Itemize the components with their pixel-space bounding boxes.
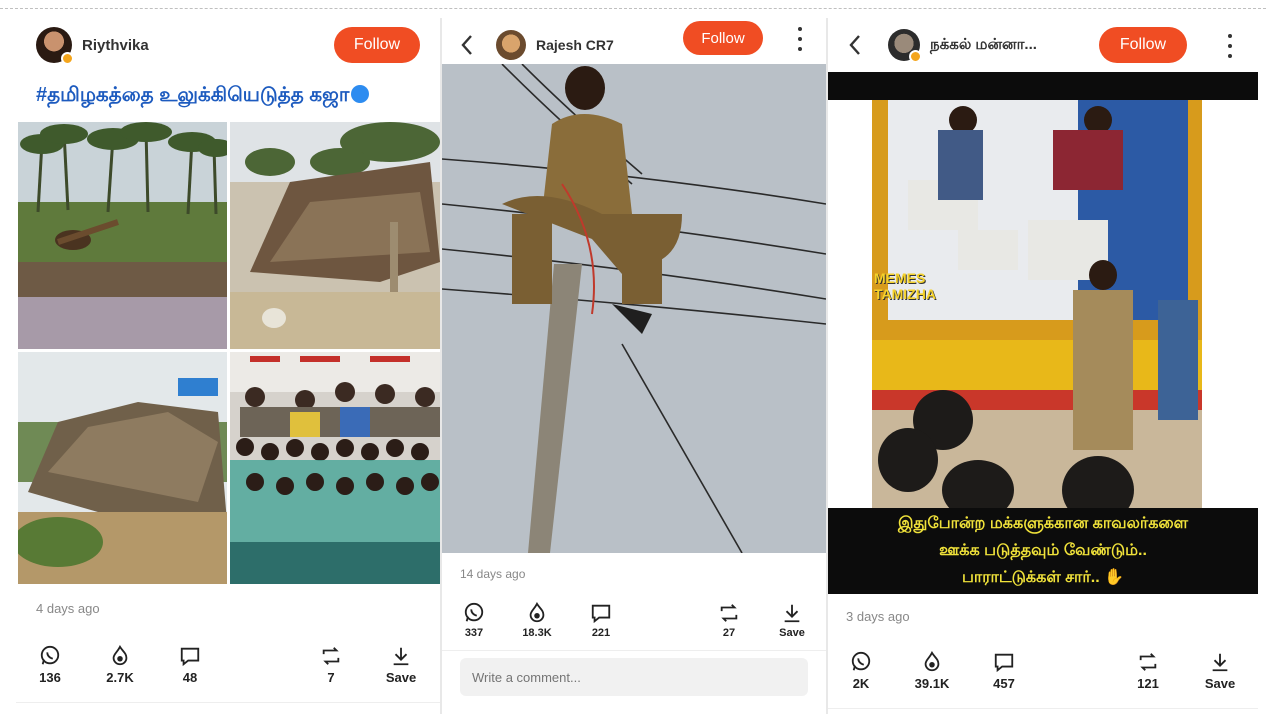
comment-button[interactable]: 221: [576, 602, 626, 639]
save-label: Save: [1204, 676, 1236, 691]
photo-police-unloading[interactable]: [828, 100, 1258, 510]
download-icon: [784, 604, 800, 623]
post-time: 14 days ago: [460, 567, 526, 581]
username[interactable]: நக்கல் மன்னா...: [930, 36, 1037, 55]
bottom-divider: [16, 702, 440, 703]
repost-count: 7: [327, 670, 335, 685]
save-label: Save: [779, 627, 805, 639]
download-icon: [1212, 653, 1228, 672]
save-label: Save: [385, 670, 417, 685]
image-caption: இதுபோன்ற மக்களுக்கான காவலர்களை ஊக்க படுத…: [828, 508, 1258, 594]
follow-button[interactable]: Follow: [1099, 27, 1187, 63]
photo-collapsed-hut[interactable]: [230, 122, 440, 349]
whatsapp-count: 136: [39, 670, 61, 685]
avatar[interactable]: [496, 30, 526, 60]
whatsapp-count: 337: [464, 627, 484, 639]
repost-count: 121: [1137, 676, 1159, 691]
caption-line-2: ஊக்க படுத்தவும் வேண்டும்..: [939, 542, 1147, 559]
like-count: 2.7K: [106, 670, 134, 685]
repost-button[interactable]: 121: [1123, 651, 1173, 691]
caption-line-3: பாராட்டுக்கள் சார்.. ✋: [961, 569, 1125, 586]
post-card-2: Rajesh CR7 Follow 14 days ago 337 18.3K …: [442, 18, 826, 714]
clap-hand-icon: ✋: [1104, 569, 1125, 586]
like-button[interactable]: 2.7K: [95, 645, 145, 685]
action-bar: 337 18.3K 221 27 Save: [442, 602, 826, 650]
action-bar: 136 2.7K 48 7 Save: [16, 645, 440, 693]
username[interactable]: Rajesh CR7: [536, 37, 614, 53]
whatsapp-icon: [851, 651, 871, 671]
flame-like-icon: [529, 602, 545, 623]
post-header: நக்கல் மன்னா... Follow: [828, 18, 1258, 72]
whatsapp-share-button[interactable]: 136: [25, 645, 75, 685]
photo-fallen-trees[interactable]: [18, 352, 227, 584]
post-card-1: Riythvika Follow #தமிழகத்தை உலுக்கியெடுத…: [16, 18, 440, 714]
back-arrow-icon: [461, 35, 472, 55]
photo-electrician-on-pole[interactable]: [442, 64, 826, 553]
flame-like-icon: [112, 645, 128, 666]
flame-like-icon: [924, 651, 940, 672]
save-button[interactable]: Save: [767, 602, 817, 639]
repost-icon: [322, 647, 340, 665]
comment-icon: [994, 653, 1014, 673]
repost-count: 27: [722, 627, 736, 639]
follow-button[interactable]: Follow: [334, 27, 420, 63]
back-button[interactable]: [456, 34, 478, 56]
whatsapp-share-button[interactable]: 2K: [836, 651, 886, 691]
username[interactable]: Riythvika: [82, 37, 149, 54]
action-divider: [442, 650, 826, 651]
repost-button[interactable]: 27: [704, 602, 754, 639]
whatsapp-share-button[interactable]: 337: [449, 602, 499, 639]
save-button[interactable]: Save: [1195, 651, 1245, 691]
post-time: 4 days ago: [36, 601, 100, 616]
memes-tamizha-watermark: MEMES TAMIZHA: [874, 270, 936, 302]
like-count: 18.3K: [522, 627, 552, 639]
avatar[interactable]: [888, 29, 922, 63]
follow-button[interactable]: Follow: [683, 21, 763, 55]
comment-icon: [591, 604, 611, 624]
comment-input[interactable]: [460, 658, 808, 696]
bottom-divider: [828, 708, 1258, 709]
post-hashtag[interactable]: #தமிழகத்தை உலுக்கியெடுத்த கஜா: [36, 84, 370, 109]
comment-button[interactable]: 48: [165, 645, 215, 685]
post-time: 3 days ago: [846, 609, 910, 624]
verified-badge-icon: [61, 52, 74, 65]
caption-line-1: இதுபோன்ற மக்களுக்கான காவலர்களை: [897, 515, 1189, 532]
emoji-icon: [351, 85, 370, 103]
comment-icon: [180, 647, 200, 667]
like-button[interactable]: 18.3K: [512, 602, 562, 639]
more-options-icon[interactable]: [1227, 34, 1233, 58]
repost-button[interactable]: 7: [306, 645, 356, 685]
comment-button[interactable]: 457: [979, 651, 1029, 691]
whatsapp-icon: [464, 602, 484, 622]
back-button[interactable]: [844, 34, 866, 56]
repost-icon: [720, 604, 738, 622]
watermark-line-2: TAMIZHA: [874, 286, 936, 302]
top-dashed-line: [0, 8, 1266, 9]
like-button[interactable]: 39.1K: [907, 651, 957, 691]
comment-count: 221: [591, 627, 611, 639]
whatsapp-icon: [40, 645, 60, 665]
more-options-icon[interactable]: [797, 27, 803, 51]
download-icon: [393, 647, 409, 666]
repost-icon: [1139, 653, 1157, 671]
comment-count: 457: [993, 676, 1015, 691]
save-button[interactable]: Save: [376, 645, 426, 685]
comment-count: 48: [182, 670, 198, 685]
avatar[interactable]: [36, 27, 74, 65]
verified-badge-icon: [909, 50, 922, 63]
like-count: 39.1K: [914, 676, 950, 691]
watermark-line-1: MEMES: [874, 270, 926, 286]
photo-fallen-palms[interactable]: [18, 122, 227, 349]
image-top-strip: [828, 72, 1258, 100]
post-header: Riythvika Follow: [16, 18, 440, 72]
whatsapp-count: 2K: [852, 676, 870, 691]
action-bar: 2K 39.1K 457 121 Save: [828, 651, 1258, 699]
back-arrow-icon: [849, 35, 860, 55]
photo-school-children[interactable]: [230, 352, 440, 584]
post-card-3: நக்கல் மன்னா... Follow MEMES TAMIZHA இது…: [828, 18, 1258, 714]
